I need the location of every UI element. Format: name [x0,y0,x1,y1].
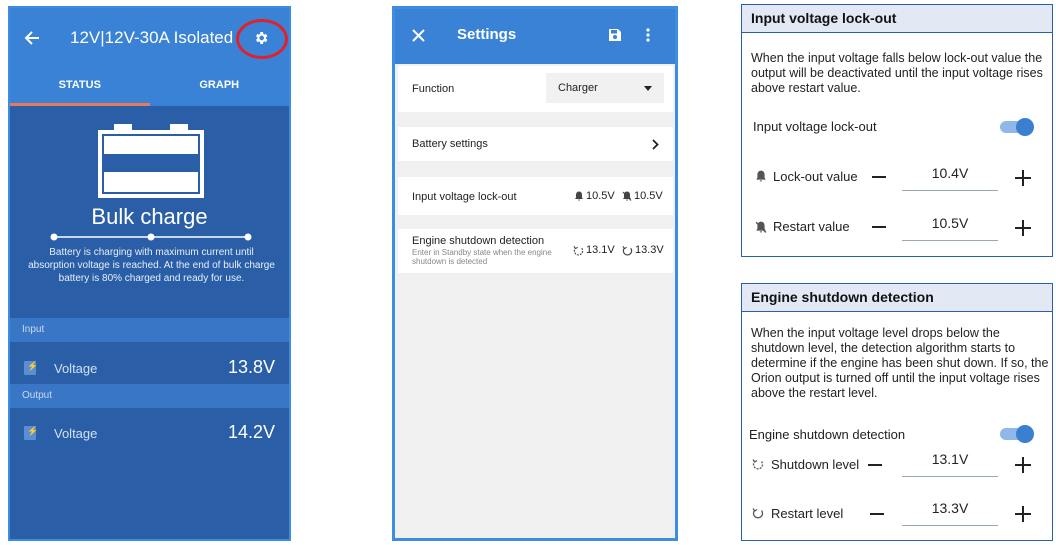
bell-icon [756,170,766,182]
function-row: Function Charger [398,66,673,112]
restart-level-decrement-button[interactable] [870,513,884,515]
lockout-panel-title: Input voltage lock-out [742,5,1052,33]
status-screen: 12V|12V-30A Isolated STATUS GRAPH Bulk c… [8,6,291,541]
close-icon[interactable] [412,29,425,42]
lockout-increment-button[interactable] [1015,170,1031,186]
bell-off-icon [622,191,632,201]
restart-icon [752,508,764,519]
engine-panel-description: When the input voltage level drops below… [751,326,1049,400]
device-title: 12V|12V-30A Isolated [70,28,234,47]
restart-value: 10.5V [634,190,663,202]
function-select[interactable]: Charger [546,73,664,103]
engine-panel: Engine shutdown detection When the input… [741,283,1053,541]
charge-description: Battery is charging with maximum current… [28,247,275,284]
function-value: Charger [558,82,598,94]
input-voltage-label: Voltage [54,361,98,376]
settings-app-bar: Settings [395,9,675,64]
battery-settings-label: Battery settings [412,138,488,150]
output-voltage-value: 14.2V [227,422,275,442]
charge-state: Bulk charge [91,204,208,229]
bolt-icon: ⚡ [24,361,38,375]
dropdown-arrow-icon [644,86,652,91]
more-icon[interactable] [645,28,651,42]
shutdown-icon [573,246,584,256]
restart-decrement-button[interactable] [872,226,886,228]
bolt-icon: ⚡ [24,426,38,440]
restart-level-field[interactable]: 13.3V [902,500,998,526]
shutdown-level-label: Shutdown level [771,457,860,472]
input-voltage-value: 13.8V [227,357,275,377]
input-section-header: Input [10,318,289,342]
restart-level-label: Restart level [771,506,844,521]
shutdown-increment-button[interactable] [1015,457,1031,473]
input-lockout-row[interactable]: Input voltage lock-out 10.5V 10.5V [398,177,673,215]
status-app-bar: 12V|12V-30A Isolated [10,8,289,68]
engine-row-label: Engine shutdown detection [412,235,545,247]
lockout-value-field[interactable]: 10.4V [902,165,998,191]
shutdown-decrement-button[interactable] [868,464,882,466]
bell-icon [575,191,583,201]
back-arrow-icon[interactable] [24,30,40,46]
restart-value-label: Restart value [773,219,850,234]
lockout-row-label: Input voltage lock-out [412,191,517,203]
engine-toggle[interactable] [1000,425,1034,443]
engine-panel-title: Engine shutdown detection [742,284,1052,312]
output-section-header: Output [10,384,289,408]
shutdown-level-field[interactable]: 13.1V [902,451,998,477]
restart-value-field[interactable]: 10.5V [902,215,998,241]
bell-off-icon [755,221,767,233]
lockout-panel-description: When the input voltage falls below lock-… [751,51,1043,95]
shutdown-value: 13.1V [586,244,615,256]
tab-indicator [10,103,150,106]
lockout-decrement-button[interactable] [872,176,886,178]
lockout-value-label: Lock-out value [773,169,858,184]
restart-level-increment-button[interactable] [1015,506,1031,522]
engine-toggle-label: Engine shutdown detection [749,427,906,442]
lockout-value: 10.5V [586,190,615,202]
lockout-panel: Input voltage lock-out When the input vo… [741,4,1053,257]
function-label: Function [412,83,455,95]
restart-level-value: 13.3V [635,244,664,256]
tab-status[interactable]: STATUS [10,68,150,106]
settings-title: Settings [457,26,517,43]
shutdown-icon [752,459,764,470]
output-voltage-label: Voltage [54,426,98,441]
charge-progress [50,233,252,241]
battery-icon [98,124,204,198]
battery-settings-row[interactable]: Battery settings [398,127,673,161]
settings-screen: Settings Function Charger Battery settin… [392,6,678,541]
status-tabs: STATUS GRAPH [10,68,289,106]
engine-row-subtitle: Enter in Standby state when the engine s… [412,248,552,266]
save-icon[interactable] [608,28,622,42]
highlight-ring [236,19,288,59]
restart-icon [622,246,633,256]
restart-increment-button[interactable] [1015,220,1031,236]
lockout-toggle[interactable] [1000,118,1034,136]
chevron-right-icon [652,139,659,150]
tab-graph[interactable]: GRAPH [150,68,290,106]
engine-shutdown-row[interactable]: Engine shutdown detection Enter in Stand… [398,229,673,273]
lockout-toggle-label: Input voltage lock-out [753,119,877,134]
